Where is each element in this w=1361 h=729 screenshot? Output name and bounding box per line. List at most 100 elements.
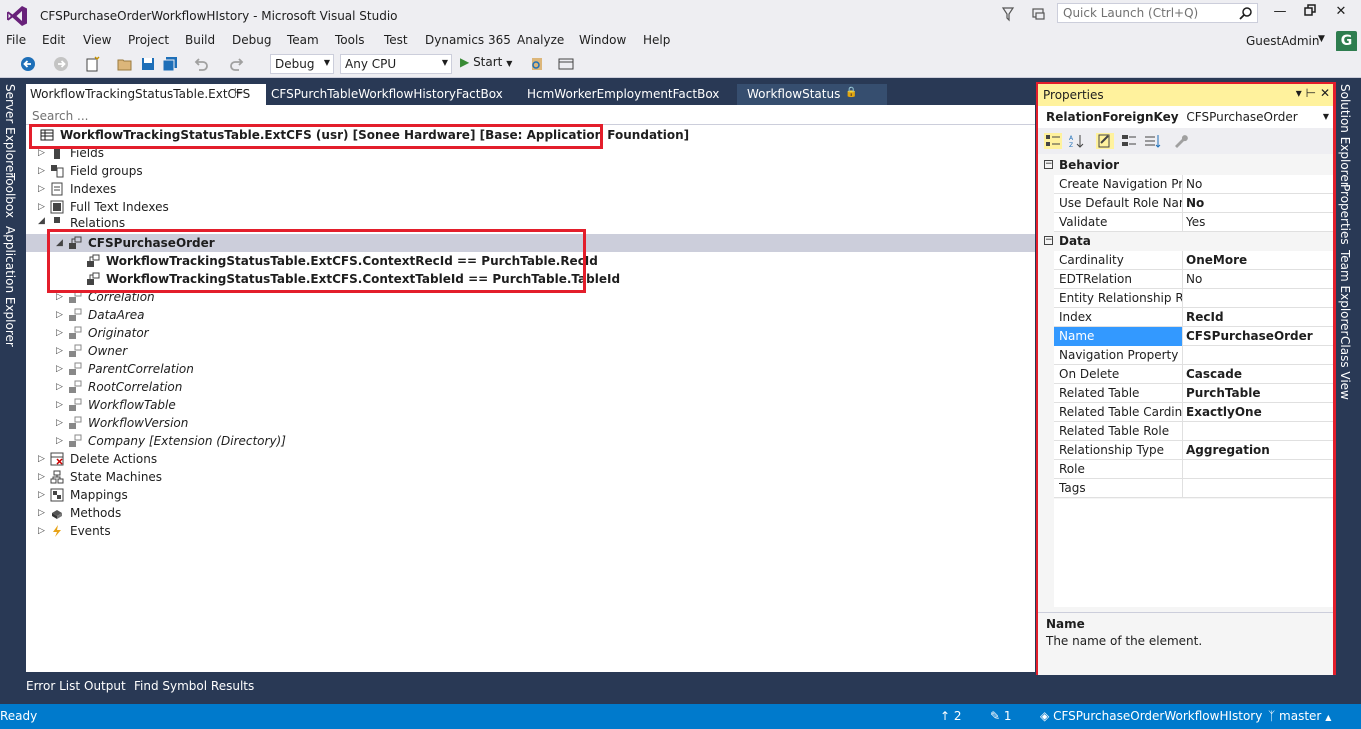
prop-value[interactable]: PurchTable: [1186, 386, 1261, 400]
branch-indicator[interactable]: ᛉ master ▲: [1268, 709, 1331, 723]
tree-node-delete-actions[interactable]: ▷ Delete Actions: [38, 450, 157, 468]
expand-arrow-icon[interactable]: ▷: [38, 472, 50, 482]
undo-icon[interactable]: [193, 56, 209, 72]
new-project-icon[interactable]: [85, 56, 101, 72]
properties-view-icon[interactable]: [1096, 133, 1114, 149]
prop-value[interactable]: Aggregation: [1186, 443, 1270, 457]
pin-icon[interactable]: ⊢: [234, 86, 244, 99]
close-window-button[interactable]: ✕: [1330, 4, 1352, 24]
expand-arrow-icon[interactable]: ▷: [38, 454, 50, 464]
restore-button[interactable]: [1299, 4, 1321, 24]
menu-debug[interactable]: Debug: [232, 33, 271, 47]
prop-value[interactable]: OneMore: [1186, 253, 1247, 267]
team-explorer-tab[interactable]: Team Explorer: [1338, 250, 1352, 336]
menu-file[interactable]: File: [6, 33, 26, 47]
tab-error-list[interactable]: Error List: [26, 679, 80, 693]
menu-build[interactable]: Build: [185, 33, 215, 47]
tab-workflowstatus[interactable]: WorkflowStatus 🔒: [737, 84, 887, 105]
prop-navigation-property-method[interactable]: Navigation Property Method: [1054, 346, 1333, 365]
toolbox-tab[interactable]: Toolbox: [3, 173, 17, 218]
prop-relationship-type[interactable]: Relationship Type Aggregation: [1054, 441, 1333, 460]
category-behavior[interactable]: − Behavior: [1038, 156, 1333, 175]
class-view-tab[interactable]: Class View: [1338, 336, 1352, 400]
application-explorer-tab[interactable]: Application Explorer: [3, 226, 17, 347]
tree-node-workflowversion[interactable]: ▷ WorkflowVersion: [56, 414, 188, 432]
menu-team[interactable]: Team: [287, 33, 319, 47]
tree-node-full-text-indexes[interactable]: ▷ Full Text Indexes: [38, 198, 169, 216]
expand-arrow-icon[interactable]: ▷: [38, 490, 50, 500]
repository-indicator[interactable]: ◈ CFSPurchaseOrderWorkflowHIstory: [1040, 709, 1262, 723]
search-icon[interactable]: [1239, 6, 1253, 20]
tree-node-constraint-recid[interactable]: WorkflowTrackingStatusTable.ExtCFS.Conte…: [86, 252, 598, 270]
tree-node-fields[interactable]: ▷ Fields: [38, 144, 104, 162]
prop-value[interactable]: Yes: [1186, 215, 1205, 229]
tree-node-rootcorrelation[interactable]: ▷ RootCorrelation: [56, 378, 182, 396]
prop-value[interactable]: No: [1186, 272, 1202, 286]
prop-edt-relation[interactable]: EDTRelation No: [1054, 270, 1333, 289]
tab-find-symbol-results[interactable]: Find Symbol Results: [134, 679, 254, 693]
menu-analyze[interactable]: Analyze: [517, 33, 564, 47]
open-file-icon[interactable]: [117, 56, 133, 72]
tree-node-events[interactable]: ▷ Events: [38, 522, 111, 540]
prop-on-delete[interactable]: On Delete Cascade: [1054, 365, 1333, 384]
menu-edit[interactable]: Edit: [42, 33, 65, 47]
avatar[interactable]: G: [1336, 31, 1357, 52]
prop-value[interactable]: No: [1186, 177, 1202, 191]
expand-arrow-icon[interactable]: ▷: [56, 400, 68, 410]
tree-node-workflowtable[interactable]: ▷ WorkflowTable: [56, 396, 176, 414]
tab-output[interactable]: Output: [84, 679, 126, 693]
server-explorer-tab[interactable]: Server Explorer: [3, 84, 17, 177]
expand-arrow-icon[interactable]: ▷: [56, 328, 68, 338]
navigate-forward-icon[interactable]: [53, 56, 69, 72]
account-name[interactable]: GuestAdmin: [1246, 34, 1320, 48]
expand-arrow-icon[interactable]: ▷: [38, 526, 50, 536]
expand-arrow-icon[interactable]: ▷: [56, 418, 68, 428]
menu-window[interactable]: Window: [579, 33, 626, 47]
tree-node-methods[interactable]: ▷ Methods: [38, 504, 121, 522]
save-all-icon[interactable]: [162, 56, 178, 72]
expand-arrow-icon[interactable]: ▷: [38, 508, 50, 518]
property-pages-icon[interactable]: [1143, 133, 1161, 149]
object-selector[interactable]: RelationForeignKey CFSPurchaseOrder ▼: [1038, 106, 1333, 128]
unpublished-commits[interactable]: ↑ 2: [940, 709, 962, 723]
prop-tags[interactable]: Tags: [1054, 479, 1333, 498]
tree-node-company[interactable]: ▷ Company [Extension (Directory)]: [56, 432, 286, 450]
toolbar-options-icon[interactable]: [558, 56, 574, 72]
prop-value[interactable]: CFSPurchaseOrder: [1186, 329, 1313, 343]
find-in-files-icon[interactable]: [529, 56, 545, 72]
tree-node-field-groups[interactable]: ▷ Field groups: [38, 162, 143, 180]
tree-node-constraint-tableid[interactable]: WorkflowTrackingStatusTable.ExtCFS.Conte…: [86, 270, 620, 288]
tree-node-owner[interactable]: ▷ Owner: [56, 342, 127, 360]
pending-changes[interactable]: ✎ 1: [990, 709, 1012, 723]
solution-platform-select[interactable]: Any CPU ▼: [340, 54, 452, 74]
category-data[interactable]: − Data: [1038, 232, 1333, 251]
prop-related-table[interactable]: Related Table PurchTable: [1054, 384, 1333, 403]
prop-entity-relationship-role[interactable]: Entity Relationship Role: [1054, 289, 1333, 308]
tab-cfspurchtableworkflowhistoryfactbox[interactable]: CFSPurchTableWorkflowHistoryFactBox: [267, 84, 507, 105]
notification-feedback-icons[interactable]: [1000, 4, 1050, 26]
tree-node-state-machines[interactable]: ▷ State Machines: [38, 468, 162, 486]
solution-explorer-tab[interactable]: Solution Explorer: [1338, 84, 1352, 187]
tree-node-originator[interactable]: ▷ Originator: [56, 324, 149, 342]
prop-value[interactable]: No: [1186, 196, 1204, 210]
prop-cardinality[interactable]: Cardinality OneMore: [1054, 251, 1333, 270]
tree-node-indexes[interactable]: ▷ Indexes: [38, 180, 116, 198]
tree-node-dataarea[interactable]: ▷ DataArea: [56, 306, 145, 324]
tree-root[interactable]: WorkflowTrackingStatusTable.ExtCFS (usr)…: [40, 126, 689, 144]
save-icon[interactable]: [140, 56, 156, 72]
properties-tab[interactable]: Properties: [1338, 184, 1352, 245]
redo-icon[interactable]: [229, 56, 245, 72]
prop-role[interactable]: Role: [1054, 460, 1333, 479]
menu-help[interactable]: Help: [643, 33, 670, 47]
menu-test[interactable]: Test: [384, 33, 408, 47]
collapse-icon[interactable]: −: [1044, 236, 1053, 245]
menu-dynamics-365[interactable]: Dynamics 365: [425, 33, 511, 47]
prop-value[interactable]: ExactlyOne: [1186, 405, 1262, 419]
close-tab-icon[interactable]: ✕: [252, 86, 262, 100]
dropdown-icon[interactable]: ▾: [1296, 86, 1302, 100]
collapse-arrow-icon[interactable]: ◢: [38, 216, 50, 226]
alphabetical-icon[interactable]: AZ: [1068, 133, 1086, 149]
tree-node-correlation[interactable]: ▷ Correlation: [56, 288, 155, 306]
prop-index[interactable]: Index RecId: [1054, 308, 1333, 327]
menu-view[interactable]: View: [83, 33, 111, 47]
